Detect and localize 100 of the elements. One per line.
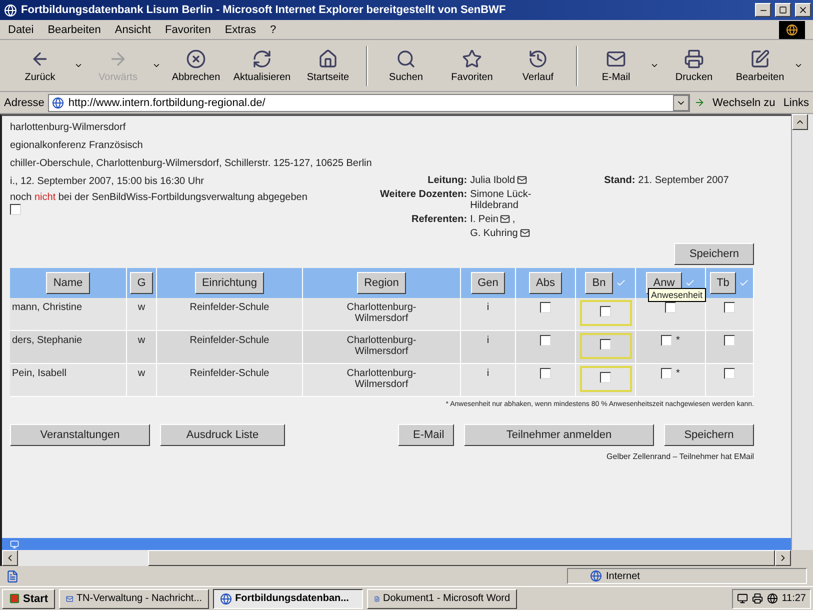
person-name: Simone Lück-Hildebrand [470,189,532,211]
submission-status-text: noch nicht bei der SenBildWiss-Fortbildungsverwaltung abgegeben [10,192,308,202]
action-button[interactable]: Speichern [664,424,754,446]
edit-icon [750,48,770,68]
checkbox[interactable] [724,335,735,346]
close-button[interactable] [795,3,811,17]
globe-icon [590,570,602,582]
history-icon [528,48,548,68]
toolbar-button[interactable]: Bearbeiten [728,46,792,84]
envelope-icon[interactable] [500,214,510,224]
maximize-button[interactable] [775,3,791,17]
taskbar-button[interactable]: Fortbildungsdatenban... [213,588,364,608]
sort-button[interactable]: Einrichtung [194,272,264,294]
start-button[interactable]: Start [2,588,56,608]
sort-button[interactable]: Region [357,272,406,294]
sort-button[interactable]: Name [46,272,90,294]
envelope-icon[interactable] [517,175,528,185]
minimize-button[interactable] [755,3,771,17]
printer-icon[interactable] [752,593,763,604]
table-cell: w [138,368,146,379]
caret-icon[interactable] [650,61,659,70]
table-cell: i [486,302,490,313]
menu-item[interactable]: Favoriten [164,24,211,36]
toolbar-button[interactable]: Verlauf [506,46,570,84]
checkbox[interactable] [600,339,611,350]
refresh-icon [252,48,272,68]
checkbox[interactable] [540,368,551,379]
caret-icon[interactable] [794,61,803,70]
menu-item[interactable]: Bearbeiten [48,24,101,36]
toolbar-button[interactable]: Favoriten [440,46,504,84]
check-all-icon[interactable] [616,278,626,288]
checkbox[interactable] [665,302,676,313]
search-icon [396,48,416,68]
toolbar-button[interactable]: Abbrechen [164,46,228,84]
checkbox[interactable] [661,368,672,379]
globe-icon [220,592,232,604]
table-cell: w [138,335,146,346]
event-date-text: i., 12. September 2007, 15:00 bis 16:30 Uhr [10,174,206,188]
browser-icon [4,4,17,16]
table-cell: mann, Christine [12,302,82,313]
sort-button[interactable]: Abs [529,272,562,294]
toolbar-button[interactable]: Zurück [8,46,72,84]
checkbox[interactable] [661,335,672,346]
person-name: I. Pein [470,214,498,225]
envelope-icon[interactable] [520,228,530,238]
menu-item[interactable]: Datei [8,24,34,36]
caret-icon[interactable] [74,61,83,70]
sort-button[interactable]: G [130,272,153,294]
taskbar-button[interactable]: Dokument1 - Microsoft Word [367,588,518,608]
monitor-icon[interactable] [736,593,748,604]
address-field[interactable]: http://www.intern.fortbildung-regional.de/ [48,94,690,112]
vertical-scrollbar[interactable] [791,114,813,550]
sort-button[interactable]: Bn [585,272,613,294]
taskbar-button[interactable]: TN-Verwaltung - Nachricht... [59,588,210,608]
check-all-icon[interactable] [739,278,750,288]
go-button[interactable]: Wechseln zu [708,96,780,108]
sort-button[interactable]: Gen [470,272,506,294]
checkbox[interactable] [540,335,551,346]
toolbar-button[interactable]: E-Mail [584,46,648,84]
person-name: Julia Ibold [470,175,516,186]
checkbox[interactable] [600,306,611,317]
dropdown-button[interactable] [672,94,689,110]
check-all-icon[interactable] [684,278,695,288]
stand-date: 21. September 2007 [638,175,729,186]
event-info-text: chiller-Oberschule, Charlottenburg-Wilmersdorf, Schillerstr. 125-127, 10625 Berlin [10,156,373,170]
table-cell: Reinfelder-Schule [190,368,270,379]
table-cell: w [138,302,146,313]
monitor-icon [10,540,19,548]
toolbar-button[interactable]: Drucken [662,46,726,84]
table-cell: Reinfelder-Schule [190,302,270,313]
horizontal-scrollbar[interactable] [0,550,791,566]
action-button[interactable]: Teilnehmer anmelden [464,424,654,446]
links-label[interactable]: Links [783,96,809,108]
table-cell: Reinfelder-Schule [190,335,270,346]
checkbox[interactable] [600,372,611,383]
globe-icon[interactable] [766,593,778,604]
close-icon [798,5,808,15]
action-button[interactable]: E-Mail [398,424,454,446]
role-label: Leitung: [426,175,468,186]
role-label: Referenten: [410,214,468,227]
asterisk-text: * [676,368,680,379]
action-button[interactable]: Ausdruck Liste [160,424,285,446]
menu-item[interactable]: Ansicht [114,24,151,36]
save-button[interactable]: Speichern [674,243,754,265]
toolbar-button[interactable]: Startseite [296,46,360,84]
action-button[interactable]: Veranstaltungen [10,424,150,446]
zone-text: Internet [606,570,640,582]
menu-item[interactable]: ? [270,24,276,36]
checkbox[interactable] [10,204,21,215]
checkbox[interactable] [724,368,735,379]
checkbox[interactable] [540,302,551,313]
checkbox[interactable] [724,302,735,313]
stand-label: Stand: [604,175,636,186]
legend-text: Gelber Zellenrand – Teilnehmer hat EMail [606,452,754,461]
toolbar-button[interactable]: Aktualisieren [230,46,294,84]
menu-item[interactable]: Extras [224,24,256,36]
table-cell: Pein, Isabell [12,368,66,379]
toolbar-button[interactable]: Suchen [374,46,438,84]
sort-button[interactable]: Tb [710,272,736,294]
arrow-icon[interactable] [694,97,705,108]
